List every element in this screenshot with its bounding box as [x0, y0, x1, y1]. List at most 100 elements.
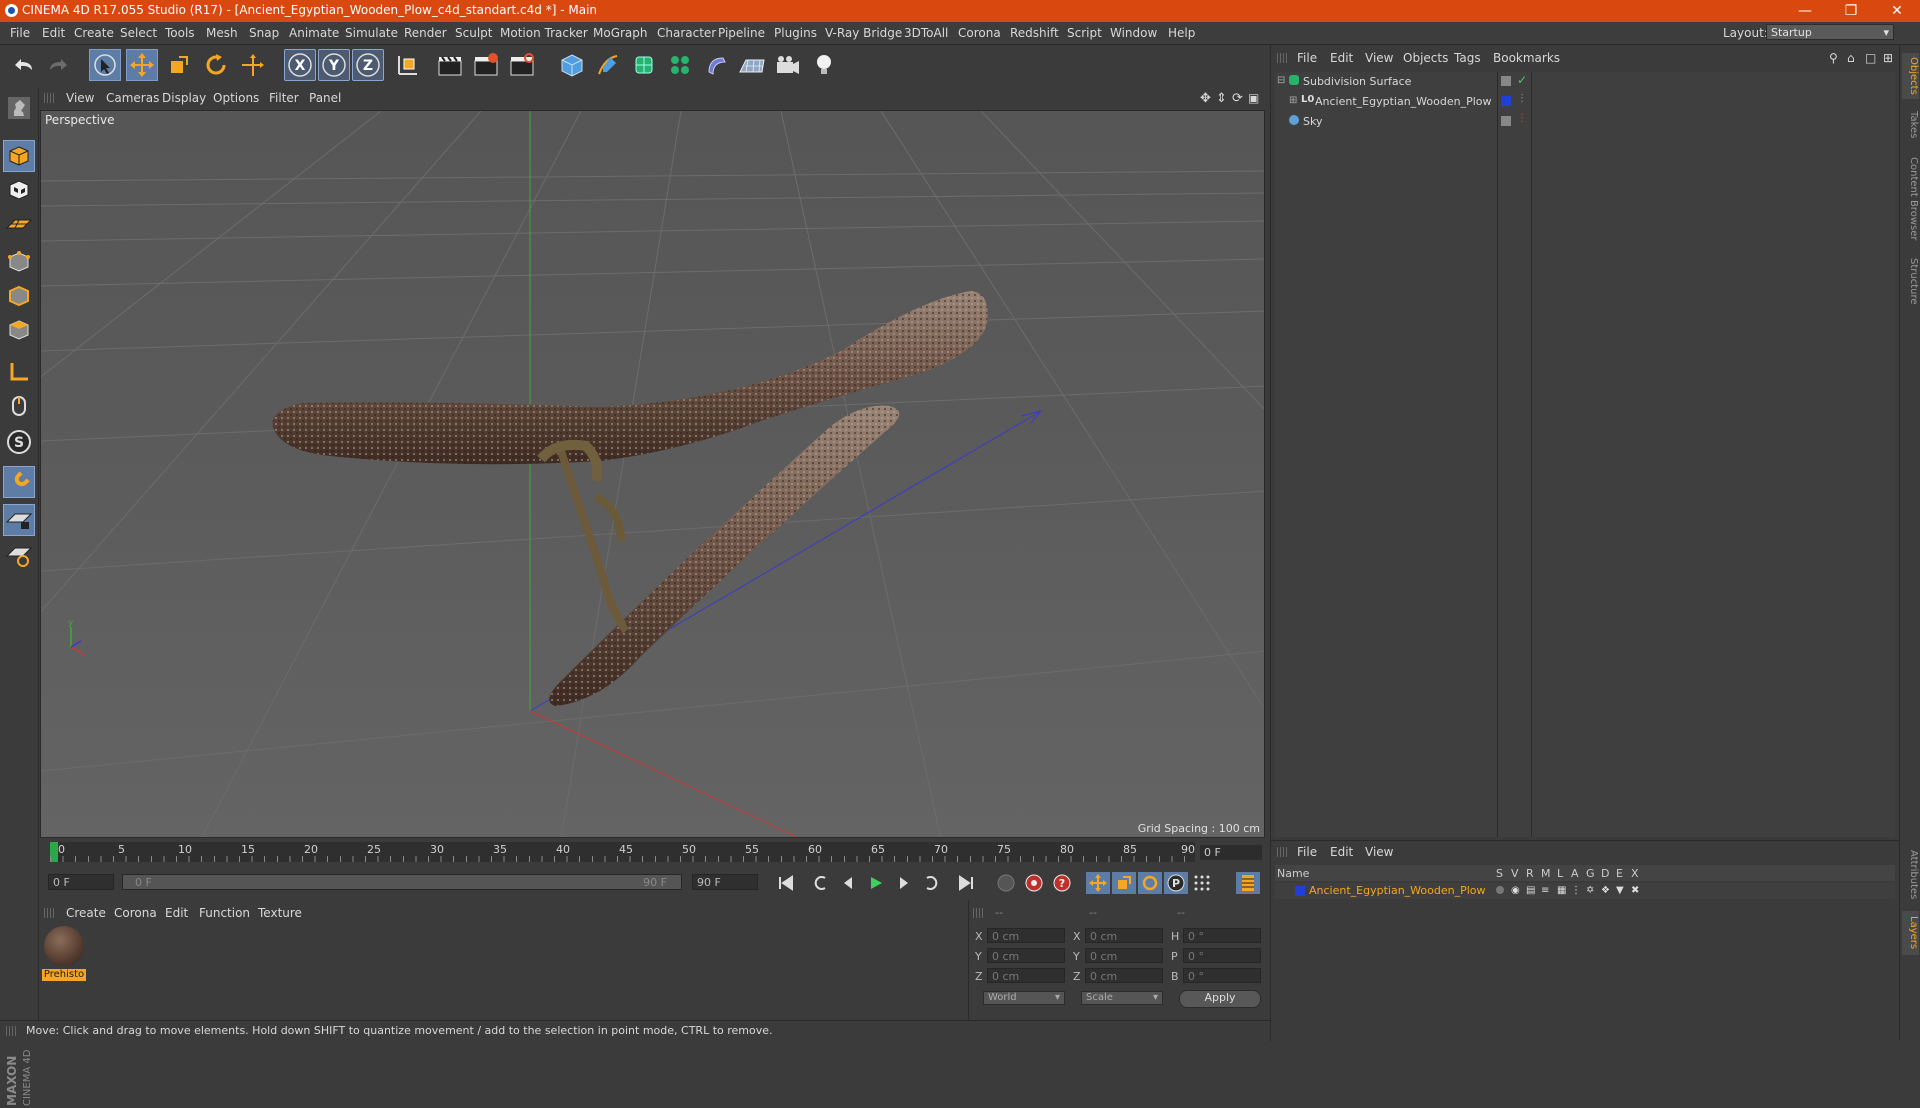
timeline-window-button[interactable] — [1236, 872, 1260, 894]
menu-snap[interactable]: Snap — [249, 26, 279, 40]
render-to-picture-viewer-button[interactable] — [470, 49, 502, 81]
rot-p-field[interactable]: 0 ° — [1183, 948, 1261, 963]
column-xref[interactable]: X — [1631, 867, 1639, 880]
end-frame-field[interactable]: 90 F — [692, 874, 758, 890]
objects-menu-file[interactable]: File — [1297, 51, 1317, 65]
record-keys-button[interactable] — [994, 872, 1018, 894]
previous-frame-button[interactable] — [836, 872, 860, 894]
key-parameter-button[interactable]: P — [1164, 872, 1188, 894]
viewport-menu-display[interactable]: Display — [162, 91, 206, 105]
apply-button[interactable]: Apply — [1179, 990, 1261, 1008]
texture-mode-button[interactable] — [3, 174, 35, 206]
planar-workplane-button[interactable] — [3, 540, 35, 572]
light-button[interactable] — [808, 49, 840, 81]
make-editable-button[interactable] — [3, 92, 35, 124]
menu-script[interactable]: Script — [1067, 26, 1102, 40]
solo-toggle-icon[interactable] — [1496, 886, 1504, 894]
layer-name[interactable]: Ancient_Egyptian_Wooden_Plow — [1309, 884, 1486, 897]
menu-plugins[interactable]: Plugins — [774, 26, 817, 40]
menu-select[interactable]: Select — [120, 26, 157, 40]
previous-key-button[interactable] — [808, 872, 832, 894]
menu-tools[interactable]: Tools — [165, 26, 195, 40]
redo-button[interactable] — [42, 49, 74, 81]
next-frame-button[interactable] — [892, 872, 916, 894]
edges-mode-button[interactable] — [3, 280, 35, 312]
current-frame-field[interactable]: 0 F — [1200, 845, 1262, 860]
layer-row[interactable]: Ancient_Egyptian_Wooden_Plow ◉ ▤ ≡ ▦ ⋮ ✡… — [1275, 883, 1895, 899]
locked-workplane-button[interactable] — [3, 504, 35, 536]
z-axis-lock-button[interactable]: Z — [352, 49, 384, 81]
panel-grip-icon[interactable] — [973, 908, 983, 918]
menu-help[interactable]: Help — [1168, 26, 1195, 40]
menu-redshift[interactable]: Redshift — [1010, 26, 1059, 40]
tab-attributes[interactable]: Attributes — [1902, 845, 1919, 905]
pos-z-field[interactable]: 0 cm — [987, 968, 1065, 983]
menu-sculpt[interactable]: Sculpt — [455, 26, 492, 40]
column-manager[interactable]: M — [1541, 867, 1551, 880]
tab-objects[interactable]: Objects — [1902, 53, 1919, 99]
search-icon[interactable]: ⚲ — [1829, 51, 1838, 65]
expression-icon[interactable]: ▼ — [1616, 885, 1624, 896]
coordinate-system-button[interactable] — [392, 49, 424, 81]
viewport-menu-cameras[interactable]: Cameras — [106, 91, 159, 105]
points-mode-button[interactable] — [3, 246, 35, 278]
camera-button[interactable] — [772, 49, 804, 81]
undo-button[interactable] — [8, 49, 40, 81]
render-settings-button[interactable] — [506, 49, 538, 81]
workplane-mode-button[interactable] — [3, 208, 35, 240]
key-scale-button[interactable] — [1112, 872, 1136, 894]
material-menu-edit[interactable]: Edit — [165, 906, 188, 920]
size-y-field[interactable]: 0 cm — [1085, 948, 1163, 963]
camera-label[interactable]: Perspective — [45, 113, 115, 127]
object-name[interactable]: Sky — [1303, 115, 1322, 128]
menu-pipeline[interactable]: Pipeline — [718, 26, 765, 40]
visibility-dots-icon[interactable]: ⋮ — [1517, 93, 1527, 104]
deformer-button[interactable] — [700, 49, 732, 81]
lock-icon[interactable]: ▦ — [1557, 885, 1566, 896]
menu-corona[interactable]: Corona — [958, 26, 1001, 40]
menu-render[interactable]: Render — [404, 26, 447, 40]
xref-icon[interactable]: ✖ — [1631, 885, 1639, 896]
viewport-rotate-icon[interactable]: ⟳ — [1232, 91, 1243, 106]
menu-mograph[interactable]: MoGraph — [593, 26, 648, 40]
material-name-label[interactable]: Prehisto — [42, 969, 86, 981]
spline-pen-button[interactable] — [592, 49, 624, 81]
scale-tool-button[interactable] — [163, 49, 195, 81]
magnet-tool-button[interactable] — [3, 466, 35, 498]
column-expressions[interactable]: E — [1616, 867, 1623, 880]
size-z-field[interactable]: 0 cm — [1085, 968, 1163, 983]
viewport-menu-panel[interactable]: Panel — [309, 91, 341, 105]
collapse-toggle-icon[interactable]: ⊟ — [1277, 75, 1285, 86]
expand-icon[interactable]: ⊞ — [1883, 51, 1893, 65]
visibility-dots-icon[interactable]: ⋮ — [1517, 113, 1527, 124]
key-rotation-button[interactable] — [1138, 872, 1162, 894]
tab-structure[interactable]: Structure — [1902, 253, 1919, 309]
generator-icon[interactable]: ✡ — [1586, 885, 1594, 896]
render-clapper-icon[interactable]: ▤ — [1526, 885, 1535, 896]
menu-file[interactable]: File — [10, 26, 30, 40]
rotate-tool-button[interactable] — [200, 49, 232, 81]
autokey-button[interactable] — [1022, 872, 1046, 894]
live-selection-button[interactable] — [89, 49, 121, 81]
menu-edit[interactable]: Edit — [42, 26, 65, 40]
animation-icon[interactable]: ⋮ — [1571, 885, 1581, 896]
cube-primitive-button[interactable] — [556, 49, 588, 81]
go-to-start-button[interactable] — [774, 872, 798, 894]
floor-button[interactable] — [736, 49, 768, 81]
layers-menu-file[interactable]: File — [1297, 845, 1317, 859]
menu-vray-bridge[interactable]: V-Ray Bridge — [825, 26, 902, 40]
axis-mode-button[interactable] — [3, 356, 35, 388]
menu-simulate[interactable]: Simulate — [345, 26, 398, 40]
layer-tag-icon[interactable] — [1501, 76, 1511, 86]
perspective-viewport[interactable]: y Perspective Grid Spacing : 100 cm — [40, 110, 1265, 838]
column-generators[interactable]: G — [1586, 867, 1595, 880]
size-x-field[interactable]: 0 cm — [1085, 928, 1163, 943]
layers-menu-view[interactable]: View — [1365, 845, 1393, 859]
object-row-plow[interactable]: ⊞ L0 Ancient_Egyptian_Wooden_Plow ⋮ — [1275, 92, 1895, 112]
material-menu-function[interactable]: Function — [199, 906, 250, 920]
viewport-menu-filter[interactable]: Filter — [269, 91, 299, 105]
expand-toggle-icon[interactable]: ⊞ — [1289, 95, 1297, 106]
viewport-move-icon[interactable]: ✥ — [1200, 91, 1211, 106]
objects-menu-bookmarks[interactable]: Bookmarks — [1493, 51, 1560, 65]
eye-icon[interactable]: ◉ — [1511, 885, 1520, 896]
